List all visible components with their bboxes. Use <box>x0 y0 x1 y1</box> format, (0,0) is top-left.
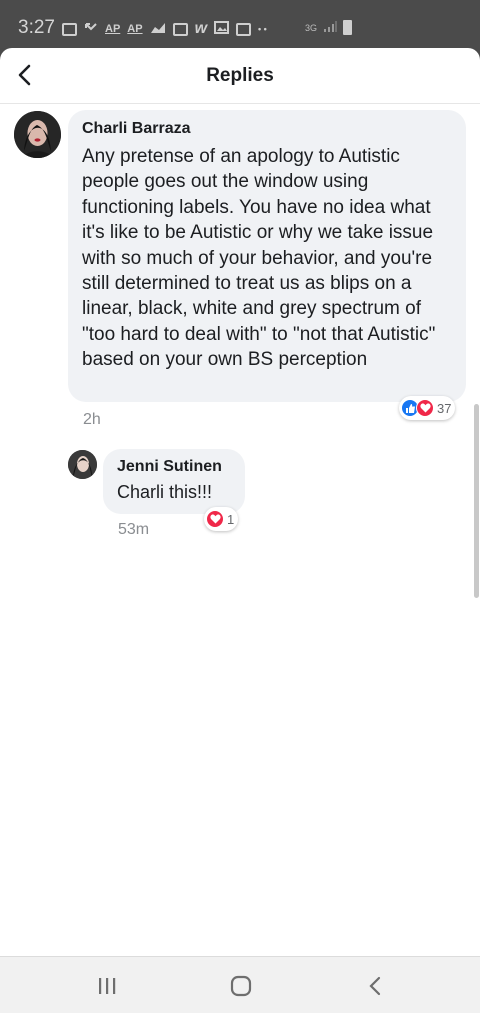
stocks-icon <box>150 22 166 37</box>
ap-news-icon: AP <box>105 23 121 35</box>
network-type: 3G <box>304 22 317 33</box>
navigation-bar <box>0 956 480 1013</box>
reply-avatar-image <box>68 450 97 479</box>
status-time: 3:27 <box>18 17 55 38</box>
notification-icons: AP AP w • • <box>62 20 267 38</box>
comment-author[interactable]: Charli Barraza <box>82 120 452 138</box>
status-bar: 3:27 AP AP w • • 3G <box>0 0 480 48</box>
avatar[interactable] <box>14 111 61 158</box>
more-icon: • • <box>258 24 267 34</box>
reaction-count: 37 <box>437 400 452 416</box>
home-icon <box>230 975 252 997</box>
battery-icon <box>343 20 352 35</box>
reply-avatar[interactable] <box>68 450 97 479</box>
system-status: 3G <box>305 20 352 35</box>
love-reaction-icon <box>416 399 434 417</box>
reaction-summary[interactable]: 37 <box>399 396 456 420</box>
page-title: Replies <box>206 65 274 86</box>
comment-text: Any pretense of an apology to Autistic p… <box>82 146 436 371</box>
message-icon <box>62 22 77 36</box>
notification-icon <box>172 22 188 36</box>
reply-time: 53m <box>118 521 150 538</box>
reply-text: Charli this!!! <box>117 482 213 502</box>
nav-back-button[interactable] <box>360 974 390 998</box>
scrollbar[interactable] <box>474 404 479 598</box>
gallery-icon <box>214 21 230 37</box>
reply-author[interactable]: Jenni Sutinen <box>117 458 231 476</box>
love-reaction-icon <box>206 510 224 528</box>
reply-bubble[interactable]: Jenni Sutinen Charli this!!! <box>103 449 245 514</box>
header: Replies <box>0 48 480 104</box>
avatar-image <box>14 111 61 158</box>
reaction-count: 1 <box>227 511 235 527</box>
ap-news-icon: AP <box>127 23 143 35</box>
calendar-icon <box>236 22 252 36</box>
reply-reaction-summary[interactable]: 1 <box>204 507 239 531</box>
replies-sheet: Replies Charli Barraza Any pretense of a… <box>0 48 480 956</box>
w-app-icon: w <box>194 20 208 37</box>
signal-icon <box>323 20 337 35</box>
missed-call-icon <box>84 21 98 38</box>
back-icon <box>369 976 381 996</box>
recent-apps-button[interactable] <box>92 974 122 998</box>
recent-apps-icon <box>99 978 116 994</box>
comment-time: 2h <box>83 411 101 428</box>
comment-bubble[interactable]: Charli Barraza Any pretense of an apolog… <box>68 110 466 402</box>
home-button[interactable] <box>226 974 256 998</box>
